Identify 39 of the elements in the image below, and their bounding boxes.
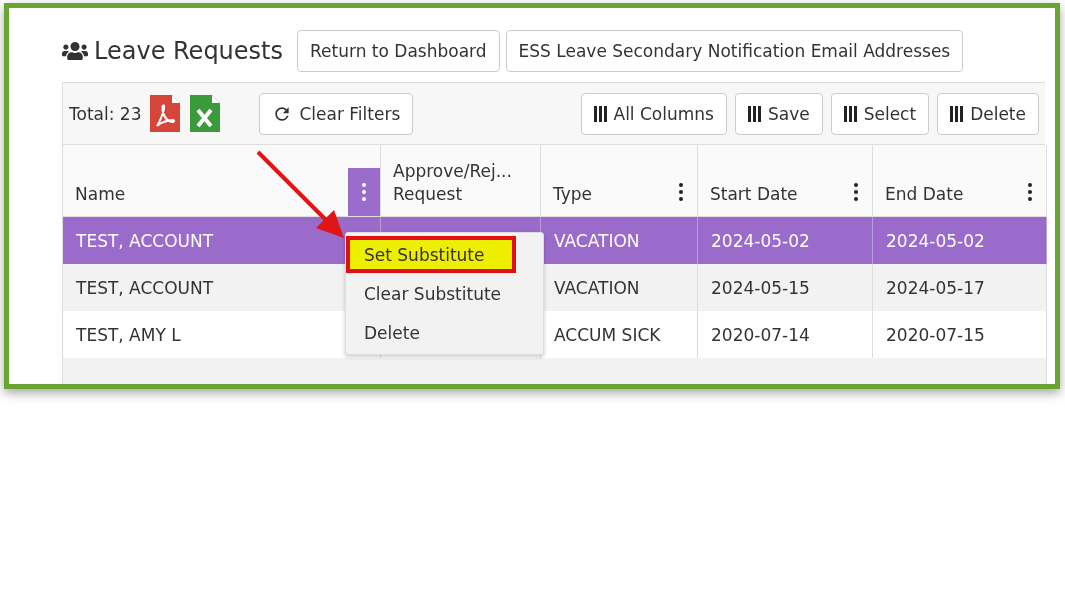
column-button[interactable]: Save [734, 92, 823, 135]
column-header[interactable]: Name [63, 145, 381, 217]
cell-text: 2024-05-17 [886, 277, 985, 298]
column-header[interactable]: Type [541, 145, 698, 217]
cell-text: TEST, ACCOUNT [76, 230, 214, 251]
header-button[interactable]: ESS Leave Secondary Notification Email Addresses [505, 30, 964, 72]
kebab-icon [854, 183, 858, 201]
columns-icon [950, 105, 964, 122]
cell-text: VACATION [554, 230, 640, 251]
cell-text: TEST, AMY L [76, 324, 181, 345]
menu-item[interactable]: Clear Substitute [346, 275, 543, 312]
cell-text: TEST, ACCOUNT [76, 277, 214, 298]
column-header[interactable]: Start Date [698, 145, 873, 217]
excel-export-icon[interactable] [189, 93, 222, 134]
kebab-icon [679, 183, 683, 201]
pdf-export-icon[interactable] [149, 93, 182, 134]
cell-text: 2024-05-02 [711, 230, 810, 251]
cell-text: VACATION [554, 277, 640, 298]
cell-text: 2024-05-02 [886, 230, 985, 251]
menu-item[interactable]: Set Substitute [346, 236, 516, 273]
column-button[interactable]: Delete [937, 92, 1039, 135]
column-header[interactable]: End Date [873, 145, 1047, 217]
cell-text: 2024-05-15 [711, 277, 810, 298]
header-button[interactable]: Return to Dashboard [297, 30, 500, 72]
page-title: Leave Requests [94, 37, 283, 65]
cell-text: 2020-07-15 [886, 324, 985, 345]
kebab-icon [1028, 183, 1032, 201]
columns-icon [843, 105, 857, 122]
column-button[interactable]: Select [830, 92, 930, 135]
columns-icon [593, 105, 607, 122]
clear-filters-button[interactable]: Clear Filters [259, 92, 414, 135]
column-header[interactable]: Approve/Rej... Request [381, 145, 541, 217]
kebab-icon [362, 183, 366, 201]
column-button[interactable]: All Columns [580, 92, 727, 135]
menu-item[interactable]: Delete [346, 314, 543, 351]
cell-text: 2020-07-14 [711, 324, 810, 345]
cell-text: ACCUM SICK [554, 324, 661, 345]
columns-icon [747, 105, 761, 122]
total-count: Total: 23 [69, 103, 142, 124]
